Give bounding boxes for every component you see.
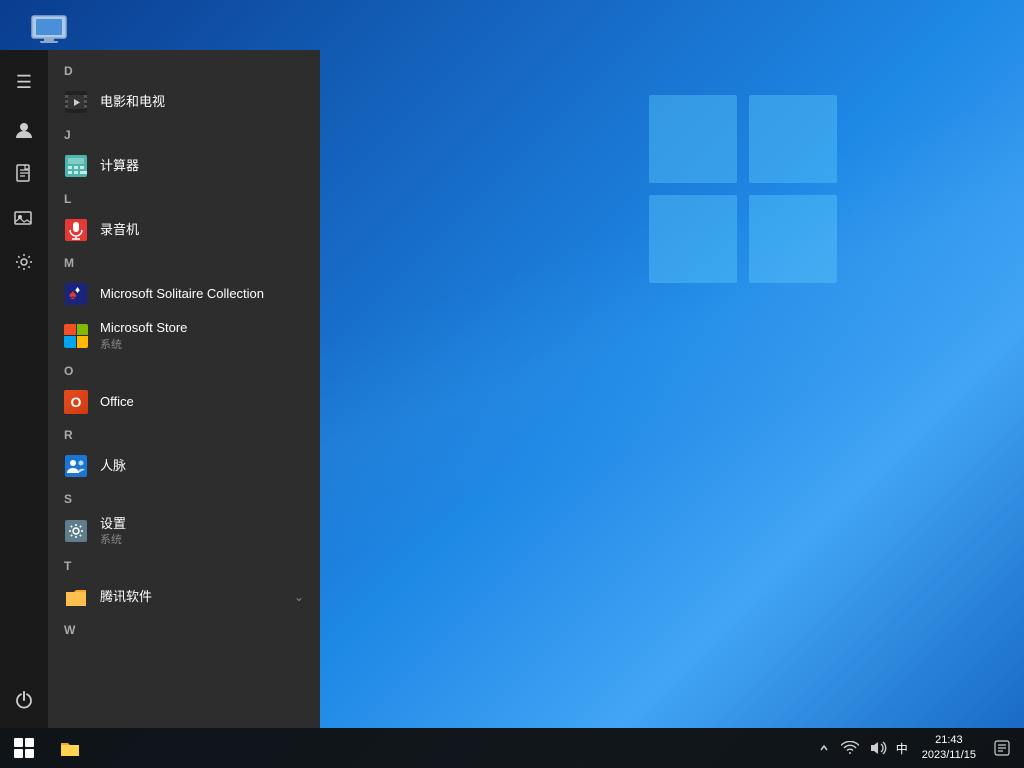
tencent-folder-icon: [64, 585, 88, 609]
office-info: Office: [100, 394, 304, 410]
office-name: Office: [100, 394, 304, 410]
office-icon: O: [64, 390, 88, 414]
win-flag-q1: [14, 738, 23, 747]
app-item-tencent[interactable]: 腾讯软件 ⌄: [48, 577, 320, 617]
win-flag-q3: [14, 749, 23, 758]
tencent-name: 腾讯软件: [100, 589, 294, 605]
sidebar-document-icon[interactable]: [4, 154, 44, 194]
start-button[interactable]: [0, 728, 48, 768]
network-icon-button[interactable]: [838, 728, 862, 768]
power-icon: [14, 690, 34, 710]
solitaire-icon: ♠ ♦: [64, 282, 88, 306]
gear-icon: [14, 252, 34, 272]
settings-info: 设置 系统: [100, 516, 304, 548]
sidebar-settings-icon[interactable]: [4, 242, 44, 282]
user-icon: [14, 120, 34, 140]
solitaire-info: Microsoft Solitaire Collection: [100, 286, 304, 302]
file-explorer-icon: [60, 739, 80, 757]
start-menu: ☰: [0, 50, 320, 728]
section-header-l: L: [48, 186, 320, 210]
volume-icon-button[interactable]: [866, 728, 890, 768]
desktop: 此电脑 ☰: [0, 0, 1024, 768]
clock-button[interactable]: 21:43 2023/11/15: [914, 728, 984, 768]
section-header-m: M: [48, 250, 320, 274]
settings-name: 设置: [100, 516, 304, 532]
settings-icon-container: [64, 519, 88, 543]
language-button[interactable]: 中: [894, 728, 910, 768]
system-tray: 中 21:43 2023/11/15: [806, 728, 1024, 768]
solitaire-name: Microsoft Solitaire Collection: [100, 286, 304, 302]
office-icon-container: O: [64, 390, 88, 414]
movies-tv-icon: [64, 90, 88, 114]
movies-tv-name: 电影和电视: [100, 94, 304, 110]
recorder-info: 录音机: [100, 222, 304, 238]
store-icon-q4: [77, 336, 89, 348]
people-info: 人脉: [100, 458, 304, 474]
windows-logo-decoration: [649, 95, 839, 285]
store-icon-q2: [77, 324, 89, 336]
store-name: Microsoft Store: [100, 320, 304, 336]
section-header-w: W: [48, 617, 320, 641]
clock-time: 21:43: [935, 733, 963, 748]
section-header-d: D: [48, 58, 320, 82]
notification-center-button[interactable]: [988, 728, 1016, 768]
document-icon: [15, 164, 33, 184]
app-list: D 电影和电视: [48, 50, 320, 728]
voice-recorder-icon: [64, 218, 88, 242]
start-button-icon: [14, 738, 34, 758]
recorder-name: 录音机: [100, 222, 304, 238]
photos-icon: [14, 209, 34, 227]
chevron-up-icon: [819, 741, 829, 755]
sidebar-photos-icon[interactable]: [4, 198, 44, 238]
calculator-icon: [64, 154, 88, 178]
people-name: 人脉: [100, 458, 304, 474]
win-flag-q4: [25, 749, 34, 758]
win-flag-q2: [25, 738, 34, 747]
app-item-calculator[interactable]: 计算器: [48, 146, 320, 186]
calculator-info: 计算器: [100, 158, 304, 174]
app-item-recorder[interactable]: 录音机: [48, 210, 320, 250]
svg-text:♦: ♦: [75, 285, 80, 296]
hamburger-button[interactable]: ☰: [4, 58, 44, 106]
settings-sub: 系统: [100, 531, 304, 547]
show-hidden-icons-button[interactable]: [814, 728, 834, 768]
clock-date: 2023/11/15: [922, 748, 976, 763]
store-sub: 系统: [100, 336, 304, 352]
app-item-movies[interactable]: 电影和电视: [48, 82, 320, 122]
microsoft-store-icon: [64, 324, 88, 348]
section-header-o: O: [48, 358, 320, 382]
sidebar-power-icon[interactable]: [4, 680, 44, 720]
calculator-name: 计算器: [100, 158, 304, 174]
movies-tv-info: 电影和电视: [100, 94, 304, 110]
app-item-office[interactable]: O Office: [48, 382, 320, 422]
app-item-solitaire[interactable]: ♠ ♦ Microsoft Solitaire Collection: [48, 274, 320, 314]
section-header-s: S: [48, 486, 320, 510]
section-header-r: R: [48, 422, 320, 446]
hamburger-icon: ☰: [16, 72, 32, 93]
section-header-j: J: [48, 122, 320, 146]
sidebar-user-icon[interactable]: [4, 110, 44, 150]
section-header-t: T: [48, 553, 320, 577]
notification-icon: [994, 740, 1010, 756]
store-icon-q3: [64, 336, 76, 348]
tencent-info: 腾讯软件: [100, 589, 294, 605]
volume-icon: [869, 740, 887, 756]
start-sidebar: ☰: [0, 50, 48, 728]
taskbar: 中 21:43 2023/11/15: [0, 728, 1024, 768]
app-item-people[interactable]: 人脉: [48, 446, 320, 486]
expand-arrow-icon: ⌄: [294, 590, 304, 604]
this-pc-icon: [30, 14, 70, 46]
store-icon-q1: [64, 324, 76, 336]
app-item-store[interactable]: Microsoft Store 系统: [48, 314, 320, 358]
taskbar-file-explorer[interactable]: [48, 728, 92, 768]
people-icon: [64, 454, 88, 478]
network-icon: [841, 741, 859, 755]
language-label: 中: [896, 740, 908, 757]
store-info: Microsoft Store 系统: [100, 320, 304, 352]
app-item-settings[interactable]: 设置 系统: [48, 510, 320, 554]
